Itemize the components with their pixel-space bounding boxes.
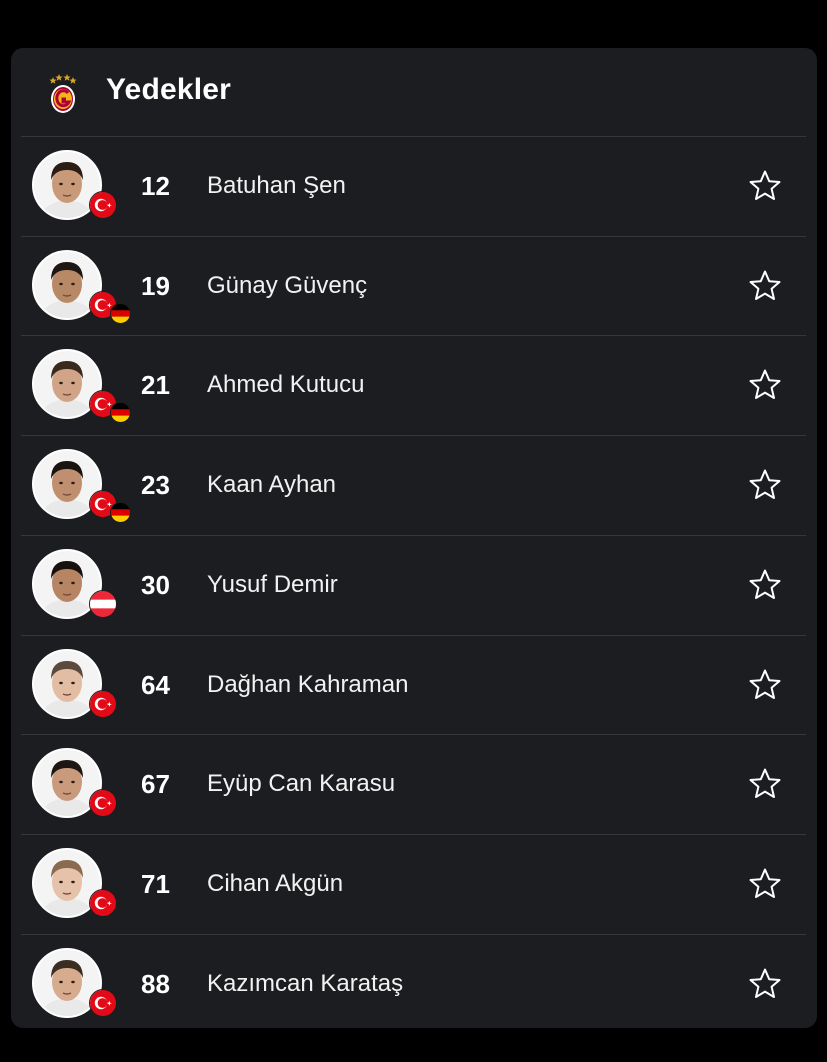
favorite-star-icon[interactable]: [748, 867, 782, 901]
player-number: 71: [141, 868, 170, 899]
player-name[interactable]: Ahmed Kutucu: [207, 371, 364, 399]
player-number: 12: [141, 171, 170, 201]
favorite-star-icon[interactable]: [748, 368, 782, 402]
favorite-star-icon[interactable]: [748, 668, 782, 702]
turkey-flag-icon: [89, 789, 117, 818]
player-row[interactable]: 23 Kaan Ayhan: [21, 435, 806, 534]
player-name[interactable]: Günay Güvenç: [207, 272, 367, 300]
player-name[interactable]: Kaan Ayhan: [207, 471, 336, 499]
player-name[interactable]: Batuhan Şen: [207, 172, 346, 200]
germany-flag-icon: [110, 302, 131, 324]
player-row[interactable]: 67 Eyüp Can Karasu: [21, 734, 806, 833]
player-name[interactable]: Kazımcan Karataş: [207, 970, 403, 998]
turkey-flag-icon: [89, 191, 117, 219]
player-number: 88: [141, 968, 170, 999]
player-row[interactable]: 71 Cihan Akgün: [21, 833, 806, 933]
player-row[interactable]: 12 Batuhan Şen: [21, 136, 806, 235]
player-number: 23: [141, 470, 170, 501]
player-number: 21: [141, 370, 170, 401]
turkey-flag-icon: [89, 888, 117, 917]
player-row[interactable]: 21 Ahmed Kutucu: [21, 335, 806, 434]
galatasaray-crest-icon: [47, 72, 79, 114]
player-number: 19: [141, 270, 170, 301]
player-row[interactable]: 88 Kazımcan Karataş: [21, 933, 806, 1028]
player-number: 30: [141, 569, 170, 600]
player-name[interactable]: Cihan Akgün: [207, 870, 343, 898]
player-row[interactable]: 19 Günay Güvenç: [21, 235, 806, 335]
favorite-star-icon[interactable]: [748, 269, 782, 303]
germany-flag-icon: [110, 502, 131, 524]
player-number: 64: [141, 669, 170, 700]
favorite-star-icon[interactable]: [748, 169, 782, 203]
card-header: Yedekler: [11, 48, 817, 136]
section-title: Yedekler: [106, 73, 232, 106]
player-name[interactable]: Yusuf Demir: [207, 571, 338, 599]
favorite-star-icon[interactable]: [748, 967, 782, 1001]
turkey-flag-icon: [89, 988, 117, 1017]
favorite-star-icon[interactable]: [748, 468, 782, 502]
player-name[interactable]: Eyüp Can Karasu: [207, 770, 395, 798]
substitutes-card: Yedekler 12 Batuhan Şen 19 Günay Güvenç 21 Ah…: [11, 48, 817, 1028]
player-row[interactable]: 64 Dağhan Kahraman: [21, 634, 806, 734]
favorite-star-icon[interactable]: [748, 568, 782, 602]
player-name[interactable]: Dağhan Kahraman: [207, 671, 408, 699]
germany-flag-icon: [110, 402, 131, 424]
player-number: 67: [141, 769, 170, 800]
favorite-star-icon[interactable]: [748, 767, 782, 801]
player-row[interactable]: 30 Yusuf Demir: [21, 534, 806, 634]
turkey-flag-icon: [89, 689, 117, 718]
austria-flag-icon: [89, 589, 117, 618]
